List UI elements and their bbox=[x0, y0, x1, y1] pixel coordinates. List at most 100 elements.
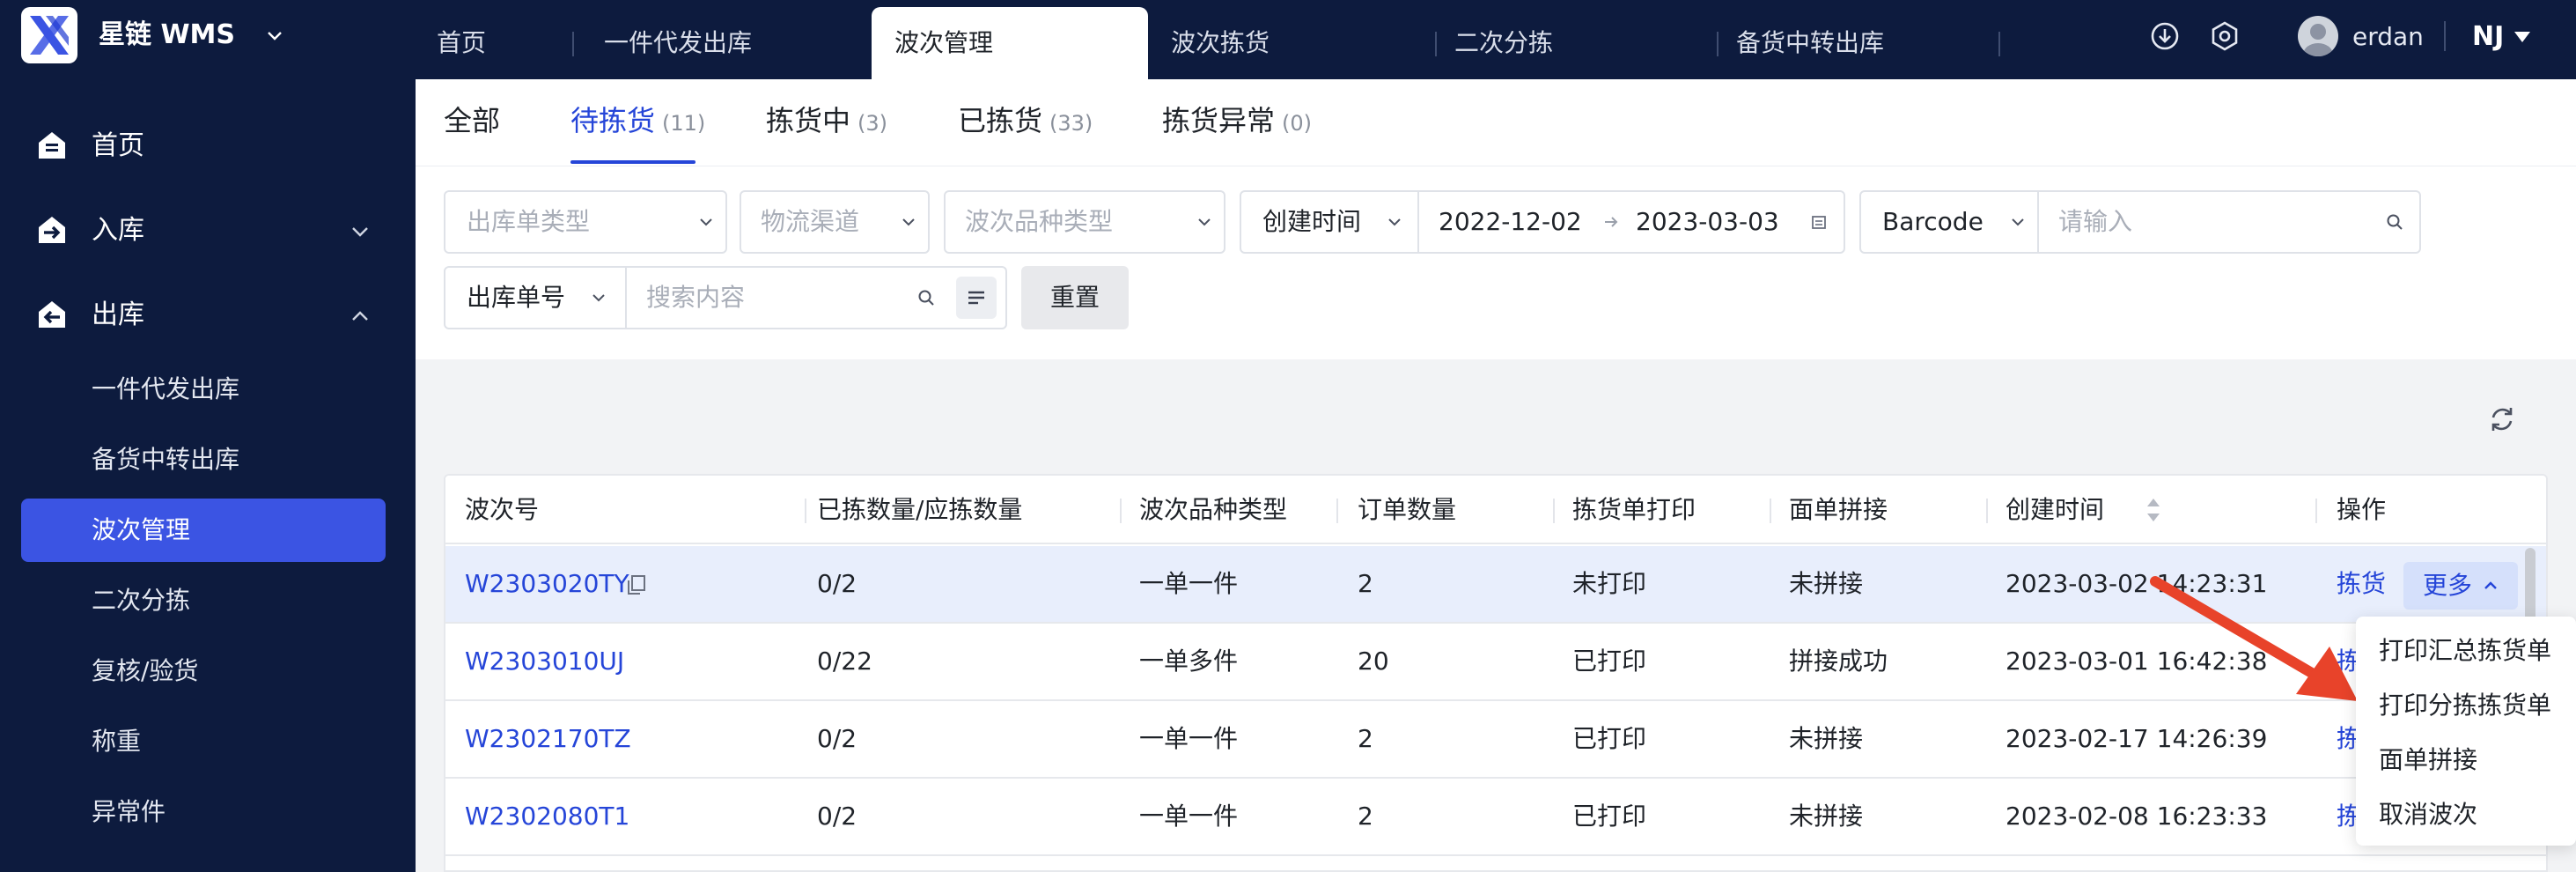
chevron-up-icon bbox=[352, 311, 368, 321]
merge-status: 未拼接 bbox=[1789, 802, 1864, 831]
sidebar-group-outbound[interactable]: 出库 bbox=[0, 280, 416, 351]
column-separator bbox=[1986, 499, 1988, 523]
list-icon bbox=[968, 291, 984, 305]
tab-count: (11) bbox=[662, 111, 706, 136]
outbound-icon bbox=[39, 301, 65, 328]
field-divider bbox=[2037, 192, 2039, 252]
sidebar-group-inbound[interactable]: 入库 bbox=[0, 196, 416, 266]
wave-no-link[interactable]: W2303010UJ bbox=[465, 624, 624, 699]
sidebar-item-weighing[interactable]: 称重 bbox=[21, 710, 386, 773]
created-time: 2023-03-02 14:23:31 bbox=[2006, 569, 2268, 598]
order-field-select[interactable]: 出库单号 bbox=[467, 268, 565, 328]
more-button[interactable]: 更多 bbox=[2403, 562, 2518, 610]
top-tab-wave-management[interactable]: 波次管理 bbox=[872, 7, 1148, 79]
tab-pending-pick[interactable]: 待拣货 (11) bbox=[570, 97, 705, 159]
top-tab-home[interactable]: 首页 bbox=[414, 7, 572, 79]
calendar-icon[interactable] bbox=[1810, 213, 1828, 231]
caret-down-icon[interactable] bbox=[2513, 28, 2532, 46]
chevron-down-icon[interactable] bbox=[264, 25, 285, 46]
column-header-order-count: 订单数量 bbox=[1358, 495, 1457, 524]
tab-separator bbox=[1998, 32, 2000, 56]
avatar[interactable] bbox=[2298, 16, 2338, 56]
menu-item-label-merge[interactable]: 面单拼接 bbox=[2356, 733, 2576, 787]
refresh-icon[interactable] bbox=[2486, 403, 2518, 435]
user-name[interactable]: erdan bbox=[2352, 19, 2424, 55]
chevron-down-icon[interactable] bbox=[1386, 213, 1403, 231]
sidebar: 首页 入库 出库 一件代发出库 备货中转出库 波次管理 二次分拣 复核/验货 称… bbox=[0, 79, 416, 872]
search-icon[interactable] bbox=[917, 289, 935, 307]
merge-status: 未拼接 bbox=[1789, 724, 1864, 753]
picked-quantity: 0/2 bbox=[817, 802, 857, 831]
top-tab-stock-transfer-outbound[interactable]: 备货中转出库 bbox=[1713, 7, 1977, 79]
sidebar-item-stock-transfer-outbound[interactable]: 备货中转出库 bbox=[21, 428, 386, 491]
top-navigation-bar: 星链 WMS 首页 一件代发出库 波次管理 波次拣货 二次分拣 备货中转出库 e… bbox=[0, 0, 2576, 79]
search-input[interactable]: 搜索内容 bbox=[646, 268, 910, 328]
wave-no-link[interactable]: W2302080T1 bbox=[465, 779, 629, 854]
date-end-input[interactable]: 2023-03-03 bbox=[1636, 192, 1779, 252]
select-placeholder: 物流渠道 bbox=[761, 207, 860, 236]
menu-item-cancel-wave[interactable]: 取消波次 bbox=[2356, 787, 2576, 842]
chevron-down-icon[interactable] bbox=[2009, 213, 2027, 231]
wave-type: 一单一件 bbox=[1139, 802, 1239, 831]
column-separator bbox=[1120, 499, 1122, 523]
app-name[interactable]: 星链 WMS bbox=[99, 18, 235, 53]
sidebar-item-wave-management[interactable]: 波次管理 bbox=[21, 499, 386, 562]
tab-label: 全部 bbox=[444, 104, 501, 137]
search-icon[interactable] bbox=[2386, 213, 2403, 231]
app-logo[interactable] bbox=[21, 7, 77, 63]
column-header-wave-no: 波次号 bbox=[465, 495, 540, 524]
wave-no-link[interactable]: W2302170TZ bbox=[465, 701, 631, 777]
copy-icon[interactable] bbox=[625, 573, 648, 596]
tab-picked[interactable]: 已拣货 (33) bbox=[958, 97, 1093, 159]
field-divider bbox=[1417, 192, 1419, 252]
date-start-input[interactable]: 2022-12-02 bbox=[1439, 192, 1582, 252]
top-tab-wave-picking[interactable]: 波次拣货 bbox=[1148, 7, 1421, 79]
column-separator bbox=[805, 499, 806, 523]
merge-status: 拼接成功 bbox=[1789, 647, 1888, 676]
code-input[interactable]: 请输入 bbox=[2058, 192, 2358, 252]
filter-panel: 全部 待拣货 (11) 拣货中 (3) 已拣货 (33) 拣货异常 (0) 出库单类型 … bbox=[416, 79, 2576, 359]
created-time: 2023-02-17 14:26:39 bbox=[2006, 724, 2268, 753]
top-tab-secondary-sorting[interactable]: 二次分拣 bbox=[1432, 7, 1704, 79]
more-label: 更多 bbox=[2423, 571, 2473, 600]
table-header: 波次号 已拣数量/应拣数量 波次品种类型 订单数量 拣货单打印 面单拼接 创建时… bbox=[445, 476, 2546, 544]
column-separator bbox=[1770, 499, 1771, 523]
sidebar-item-dropship-outbound[interactable]: 一件代发出库 bbox=[21, 358, 386, 421]
created-time: 2023-02-08 16:23:33 bbox=[2006, 802, 2268, 831]
logistics-channel-select[interactable]: 物流渠道 bbox=[740, 190, 930, 254]
org-switcher[interactable]: NJ bbox=[2472, 19, 2504, 55]
top-tab-dropship-outbound[interactable]: 一件代发出库 bbox=[581, 7, 845, 79]
more-actions-menu: 打印汇总拣货单 打印分拣拣货单 面单拼接 取消波次 bbox=[2356, 617, 2576, 846]
table-row: W2302170TZ 0/2 一单一件 2 已打印 未拼接 2023-02-17… bbox=[445, 701, 2546, 779]
tab-all[interactable]: 全部 bbox=[444, 97, 500, 159]
print-status: 已打印 bbox=[1572, 802, 1647, 831]
sidebar-item-exception-parcels[interactable]: 异常件 bbox=[21, 780, 386, 844]
tab-count: (33) bbox=[1049, 111, 1093, 136]
chevron-down-icon bbox=[902, 218, 915, 226]
menu-item-print-summary-pick-list[interactable]: 打印汇总拣货单 bbox=[2356, 624, 2576, 678]
settings-icon[interactable] bbox=[2208, 19, 2241, 53]
sidebar-group-home[interactable]: 首页 bbox=[0, 111, 416, 181]
order-count: 2 bbox=[1358, 724, 1373, 753]
outbound-type-select[interactable]: 出库单类型 bbox=[444, 190, 727, 254]
picked-quantity: 0/2 bbox=[817, 724, 857, 753]
download-icon[interactable] bbox=[2148, 19, 2182, 53]
sidebar-item-secondary-sorting[interactable]: 二次分拣 bbox=[21, 569, 386, 632]
menu-item-print-sorting-pick-list[interactable]: 打印分拣拣货单 bbox=[2356, 678, 2576, 733]
tab-picking[interactable]: 拣货中 (3) bbox=[766, 97, 887, 159]
batch-search-button[interactable] bbox=[956, 277, 997, 319]
column-header-label-merge: 面单拼接 bbox=[1789, 495, 1888, 524]
wave-type-select[interactable]: 波次品种类型 bbox=[944, 190, 1225, 254]
chevron-down-icon[interactable] bbox=[590, 289, 607, 307]
tab-pick-exception[interactable]: 拣货异常 (0) bbox=[1162, 97, 1312, 159]
sidebar-group-label: 出库 bbox=[92, 299, 144, 330]
code-field-select[interactable]: Barcode bbox=[1882, 192, 1984, 252]
sort-icon[interactable] bbox=[2145, 495, 2162, 525]
wave-no-link[interactable]: W2303020TY bbox=[465, 546, 629, 622]
column-header-created-time[interactable]: 创建时间 bbox=[2006, 476, 2104, 544]
reset-button[interactable]: 重置 bbox=[1021, 266, 1129, 329]
pick-link[interactable]: 拣货 bbox=[2337, 546, 2386, 622]
sidebar-item-review-inspection[interactable]: 复核/验货 bbox=[21, 639, 386, 703]
column-header-picked-quantity: 已拣数量/应拣数量 bbox=[817, 495, 1023, 524]
table-row: W2302080T1 0/2 一单一件 2 已打印 未拼接 2023-02-08… bbox=[445, 779, 2546, 856]
